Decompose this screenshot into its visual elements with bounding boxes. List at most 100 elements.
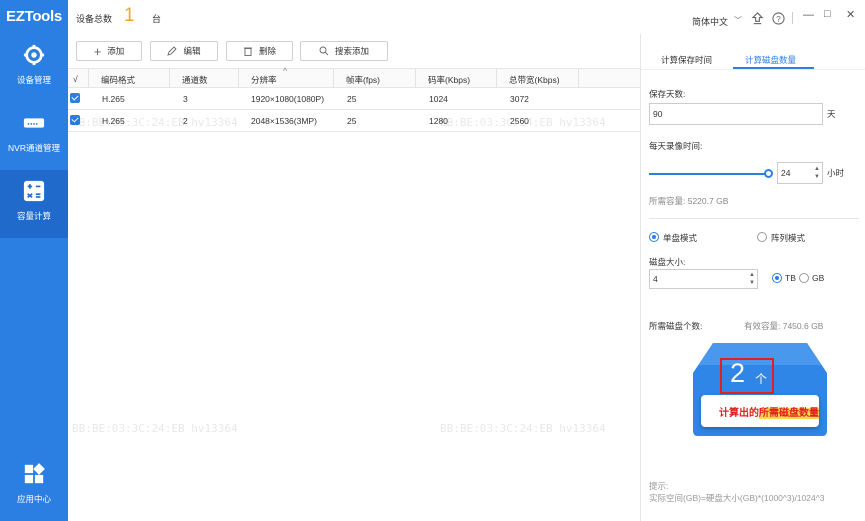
device-total-unit: 台 — [152, 14, 162, 24]
plus-icon: + — [93, 43, 102, 59]
column-header-channels[interactable]: 通道数 — [182, 74, 208, 86]
sidebar: EZTools 设备管理 NVR通道管理 容量计算 应用中心 — [0, 0, 68, 521]
unit-gb-label[interactable]: GB — [812, 273, 824, 283]
disk-size-input[interactable]: 4 — [649, 269, 758, 289]
calc-panel: 计算保存时间 计算磁盘数量 保存天数: 90 天 每天录像时间: 24 ▲ ▼ 小… — [640, 34, 865, 521]
table-row[interactable]: H.265 3 1920×1080(1080P) 25 1024 3072 — [68, 88, 640, 110]
delete-button[interactable]: 删除 — [226, 41, 293, 61]
column-header-codec[interactable]: 编码格式 — [101, 74, 135, 86]
column-header-resolution[interactable]: 分辨率 — [251, 74, 277, 86]
add-button[interactable]: + 添加 — [76, 41, 142, 61]
hint-title: 提示: — [649, 481, 669, 491]
watermark: BB:BE:03:3C:24:EB hv13364 — [72, 422, 238, 435]
cell-fps: 25 — [347, 94, 357, 104]
daily-hours-label: 每天录像时间: — [649, 141, 703, 151]
sidebar-item-capacity-calc[interactable]: 容量计算 — [0, 170, 68, 238]
svg-text:?: ? — [776, 14, 781, 24]
help-icon[interactable]: ? — [772, 12, 785, 25]
column-divider — [88, 69, 89, 88]
mode-array-radio[interactable] — [757, 232, 767, 242]
mode-array-label[interactable]: 阵列模式 — [771, 232, 805, 244]
sidebar-item-label: NVR通道管理 — [8, 143, 60, 153]
mode-single-label[interactable]: 单盘模式 — [663, 232, 697, 244]
upgrade-icon[interactable] — [751, 12, 764, 25]
cell-fps: 25 — [347, 116, 357, 126]
watermark: BB:BE:03:3C:24:EB hv13364 — [440, 422, 606, 435]
gear-icon — [23, 44, 45, 66]
mode-single-radio[interactable] — [649, 232, 659, 242]
disk-size-value: 4 — [653, 274, 658, 284]
cell-channels: 3 — [183, 94, 188, 104]
effective-capacity: 有效容量: 7450.6 GB — [744, 321, 824, 331]
language-select[interactable]: 简体中文 — [692, 15, 728, 28]
nvr-icon — [23, 118, 45, 128]
minimize-button[interactable]: — — [803, 9, 814, 21]
cell-bandwidth: 3072 — [510, 94, 529, 104]
app-logo: EZTools — [6, 8, 62, 25]
tabs-divider — [641, 69, 865, 70]
daily-hours-value: 24 — [781, 168, 791, 178]
divider — [649, 218, 859, 219]
trash-icon — [243, 47, 252, 56]
sidebar-item-app-center[interactable]: 应用中心 — [0, 453, 68, 521]
calculator-icon — [23, 180, 45, 202]
cell-resolution: 2048×1536(3MP) — [251, 116, 317, 126]
search-icon — [319, 46, 329, 56]
unit-tb-label[interactable]: TB — [785, 273, 796, 283]
maximize-button[interactable]: □ — [824, 8, 831, 20]
column-divider — [333, 69, 334, 88]
sort-arrow-icon[interactable]: ^ — [283, 66, 287, 76]
required-capacity: 所需容量: 5220.7 GB — [649, 196, 729, 206]
app-window: EZTools 设备管理 NVR通道管理 容量计算 应用中心 设备总数 1 台 … — [0, 0, 865, 521]
days-unit: 天 — [827, 109, 836, 119]
column-divider — [415, 69, 416, 88]
column-header-bandwidth[interactable]: 总带宽(Kbps) — [509, 74, 560, 86]
delete-button-label: 删除 — [258, 46, 276, 56]
required-disks-label: 所需磁盘个数: — [649, 321, 703, 331]
column-divider — [578, 69, 579, 88]
close-button[interactable]: ✕ — [846, 8, 855, 21]
disk-count-unit: 个 — [755, 372, 768, 386]
apps-grid-icon — [24, 463, 45, 484]
disk-size-label: 磁盘大小: — [649, 257, 686, 267]
daily-hours-slider-handle[interactable] — [764, 169, 773, 178]
disk-result-text-main: 所需磁盘数量 — [759, 408, 819, 419]
sidebar-item-nvr-channel[interactable]: NVR通道管理 — [0, 102, 68, 170]
unit-gb-radio[interactable] — [799, 273, 809, 283]
pencil-icon — [167, 46, 178, 56]
table-header: √ 编码格式 通道数 ^ 分辨率 帧率(fps) 码率(Kbps) 总带宽(Kb… — [68, 66, 640, 88]
top-bar: 设备总数 1 台 简体中文 ﹀ ? — □ ✕ — [68, 0, 865, 34]
active-tab-indicator — [733, 67, 814, 69]
sidebar-item-label: 设备管理 — [16, 75, 51, 85]
column-header-bitrate[interactable]: 码率(Kbps) — [428, 74, 470, 86]
tab-calc-disk-count[interactable]: 计算磁盘数量 — [745, 54, 796, 66]
watermark: BB:BE:03:3C:24:EB hv13364 — [72, 116, 238, 129]
tab-calc-save-time[interactable]: 计算保存时间 — [661, 54, 712, 66]
sidebar-item-device-management[interactable]: 设备管理 — [0, 34, 68, 102]
disk-size-stepper[interactable]: ▲ ▼ — [747, 271, 757, 287]
add-button-label: 添加 — [107, 46, 125, 56]
disk-result-text: 计算出的所需磁盘数量 — [719, 404, 819, 419]
watermark: BB:BE:03:3C:24:EB hv13364 — [440, 116, 606, 129]
chevron-down-icon[interactable]: ﹀ — [734, 15, 742, 26]
column-divider — [238, 69, 239, 88]
daily-hours-stepper[interactable]: ▲ ▼ — [812, 165, 822, 181]
daily-hours-slider-track[interactable] — [649, 173, 769, 175]
cell-bitrate: 1024 — [429, 94, 448, 104]
hours-unit: 小时 — [827, 168, 845, 178]
cell-resolution: 1920×1080(1080P) — [251, 94, 325, 104]
disk-count-value: 2 — [730, 358, 746, 388]
sidebar-item-label: 应用中心 — [16, 494, 51, 504]
edit-button[interactable]: 编辑 — [150, 41, 218, 61]
column-header-fps[interactable]: 帧率(fps) — [346, 74, 380, 86]
column-header-select[interactable]: √ — [73, 74, 78, 84]
disk-result-text-pre: 计算出的 — [719, 408, 759, 419]
unit-tb-radio[interactable] — [772, 273, 782, 283]
column-divider — [169, 69, 170, 88]
sidebar-item-label: 容量计算 — [16, 211, 51, 221]
row-checkbox[interactable] — [70, 93, 80, 103]
cell-codec: H.265 — [102, 94, 125, 104]
save-days-input[interactable]: 90 — [649, 103, 823, 125]
search-add-button[interactable]: 搜索添加 — [300, 41, 388, 61]
divider — [792, 12, 793, 24]
